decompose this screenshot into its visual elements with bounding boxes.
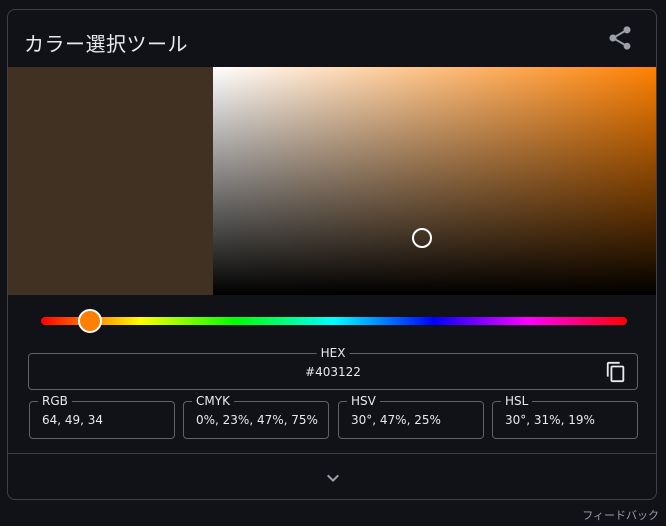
cmyk-label: CMYK <box>192 394 234 408</box>
divider <box>8 453 656 454</box>
share-icon <box>609 26 631 50</box>
feedback-link[interactable]: フィードバック <box>582 507 659 523</box>
hex-value[interactable]: #403122 <box>29 365 637 379</box>
rgb-label: RGB <box>38 394 72 408</box>
expand-button[interactable] <box>321 466 345 490</box>
saturation-value-handle[interactable] <box>412 228 433 248</box>
hex-label: HEX <box>316 346 350 360</box>
hsv-field[interactable]: HSV 30°, 47%, 25% <box>338 394 484 439</box>
chevron-down-icon <box>327 474 339 482</box>
hue-slider-track[interactable] <box>41 317 627 325</box>
cmyk-field[interactable]: CMYK 0%, 23%, 47%, 75% <box>183 394 329 439</box>
rgb-value[interactable]: 64, 49, 34 <box>42 413 103 427</box>
widget-title: カラー選択ツール <box>24 32 188 56</box>
share-button[interactable] <box>606 24 634 52</box>
copy-hex-button[interactable] <box>605 361 627 383</box>
hsv-label: HSV <box>347 394 380 408</box>
color-preview-swatch <box>8 67 213 295</box>
copy-icon <box>606 361 625 383</box>
hsl-value[interactable]: 30°, 31%, 19% <box>505 413 595 427</box>
saturation-value-area[interactable] <box>213 67 656 295</box>
cmyk-value[interactable]: 0%, 23%, 47%, 75% <box>196 413 318 427</box>
hsv-value[interactable]: 30°, 47%, 25% <box>351 413 441 427</box>
hex-field[interactable]: HEX #403122 <box>28 346 638 390</box>
rgb-field[interactable]: RGB 64, 49, 34 <box>29 394 175 439</box>
hsl-label: HSL <box>501 394 533 408</box>
color-picker-card: カラー選択ツール HEX #403122 RGB 64, 49, 34 CMYK… <box>7 9 657 500</box>
hsl-field[interactable]: HSL 30°, 31%, 19% <box>492 394 638 439</box>
hue-slider-handle[interactable] <box>77 309 102 333</box>
